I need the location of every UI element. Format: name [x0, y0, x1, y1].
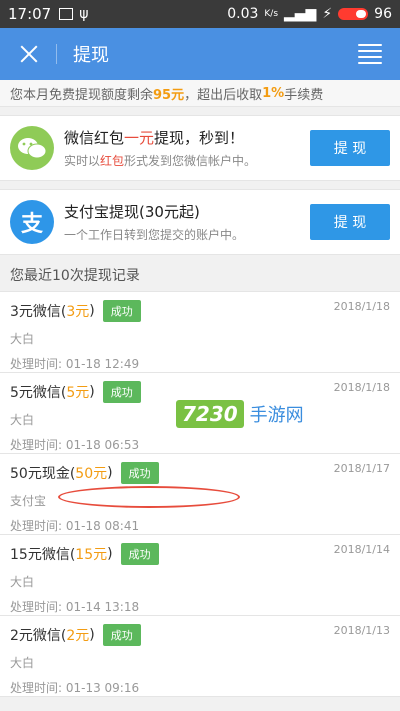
record-time: 处理时间: 01-13 09:16 [10, 681, 140, 695]
history-list: 3元微信(3元) 成功 2018/1/18 大白 处理时间: 01-18 12:… [0, 291, 400, 697]
status-badge: 成功 [120, 543, 159, 565]
battery-level: 96 [374, 6, 392, 22]
record-account: 大白 [10, 413, 35, 427]
nav-divider [56, 44, 57, 64]
wechat-info: 微信红包一元提现，秒到！ 实时以红包形式发到您微信帐户中。 [64, 127, 300, 169]
record-date: 2018/1/13 [333, 624, 390, 637]
battery-icon [338, 8, 369, 20]
notice-amount: 95元 [153, 87, 185, 103]
record-time: 处理时间: 01-18 08:41 [10, 519, 140, 533]
notice-prefix: 您本月免费提现额度剩余 [10, 87, 154, 103]
record-date: 2018/1/14 [333, 543, 390, 556]
charging-icon: ⚡ [322, 6, 333, 22]
record-account: 大白 [10, 332, 35, 346]
list-item[interactable]: 50元现金(50元) 成功 2018/1/17 支付宝 处理时间: 01-18 … [0, 454, 400, 535]
quota-notice: 您本月免费提现额度剩余 95元 ，超出后收取 1% 手续费 [0, 80, 400, 107]
alipay-title: 支付宝提现(30元起) [64, 203, 200, 221]
record-time: 处理时间: 01-14 13:18 [10, 600, 140, 614]
notice-middle: ，超出后收取 [184, 87, 263, 103]
close-icon[interactable] [18, 43, 40, 65]
wechat-subtitle: 实时以红包形式发到您微信帐户中。 [64, 154, 257, 168]
status-time: 17:07 [8, 5, 52, 23]
alipay-subtitle: 一个工作日转到您提交的账户中。 [64, 228, 245, 242]
status-icons: ψ [59, 6, 88, 22]
record-date: 2018/1/18 [333, 381, 390, 394]
list-item[interactable]: 3元微信(3元) 成功 2018/1/18 大白 处理时间: 01-18 12:… [0, 292, 400, 373]
record-time: 处理时间: 01-18 06:53 [10, 438, 140, 452]
network-speed: 0.03 [227, 6, 259, 22]
status-badge: 成功 [102, 624, 141, 646]
wechat-icon [10, 126, 54, 170]
history-title: 您最近10次提现记录 [10, 268, 140, 284]
image-icon [59, 8, 74, 20]
list-item[interactable]: 15元微信(15元) 成功 2018/1/14 大白 处理时间: 01-14 1… [0, 535, 400, 616]
record-account: 大白 [10, 575, 35, 589]
alipay-withdraw-button[interactable]: 提 现 [310, 204, 390, 240]
status-right: 0.03 K/s ▂▄▆ ⚡ 96 [227, 6, 392, 22]
status-bar: 17:07 ψ 0.03 K/s ▂▄▆ ⚡ 96 [0, 0, 400, 28]
alipay-icon: 支 [10, 200, 54, 244]
notice-suffix: 手续费 [284, 87, 324, 103]
notice-rate: 1% [262, 85, 285, 101]
alipay-info: 支付宝提现(30元起) 一个工作日转到您提交的账户中。 [64, 201, 300, 243]
usb-icon: ψ [79, 6, 89, 22]
status-badge: 成功 [120, 462, 159, 484]
list-item[interactable]: 5元微信(5元) 成功 2018/1/18 大白 处理时间: 01-18 06:… [0, 373, 400, 454]
nav-bar: 提现 [0, 28, 400, 80]
wechat-title: 微信红包一元提现，秒到！ [64, 129, 245, 147]
alipay-withdraw-card: 支 支付宝提现(30元起) 一个工作日转到您提交的账户中。 提 现 [0, 189, 400, 255]
wechat-withdraw-card: 微信红包一元提现，秒到！ 实时以红包形式发到您微信帐户中。 提 现 [0, 115, 400, 181]
record-date: 2018/1/17 [333, 462, 390, 475]
signal-icon: ▂▄▆ [284, 6, 317, 22]
status-badge: 成功 [102, 381, 141, 403]
record-account: 支付宝 [10, 494, 47, 508]
page-title: 提现 [73, 45, 109, 66]
record-date: 2018/1/18 [333, 300, 390, 313]
wechat-withdraw-button[interactable]: 提 现 [310, 130, 390, 166]
record-account: 大白 [10, 656, 35, 670]
list-item[interactable]: 2元微信(2元) 成功 2018/1/13 大白 处理时间: 01-13 09:… [0, 616, 400, 697]
network-unit: K/s [264, 9, 279, 19]
status-badge: 成功 [102, 300, 141, 322]
record-time: 处理时间: 01-18 12:49 [10, 357, 140, 371]
menu-icon[interactable] [358, 44, 382, 64]
